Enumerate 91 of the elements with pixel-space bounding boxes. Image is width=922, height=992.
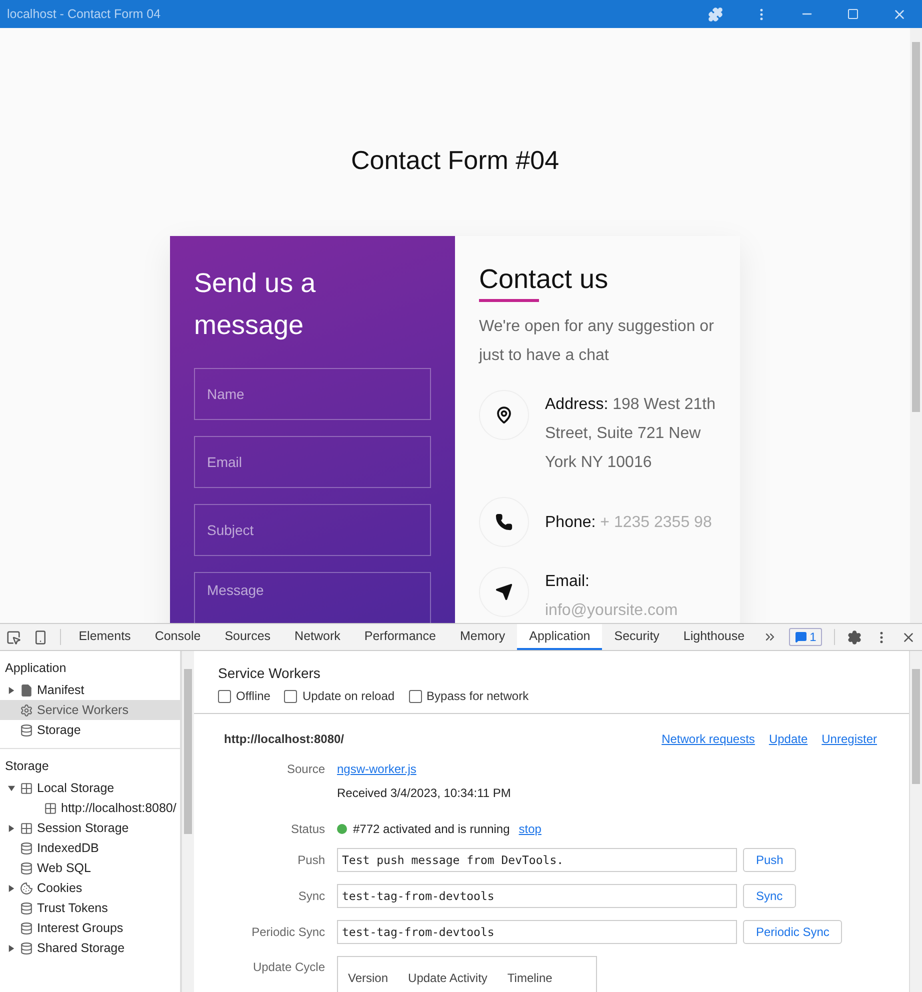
title-underline (479, 299, 539, 302)
devtools-tab[interactable]: Lighthouse (671, 624, 757, 650)
sidebar-item[interactable]: Session Storage (0, 818, 180, 838)
input-field[interactable]: test-tag-from-devtools (337, 920, 737, 944)
stop-link[interactable]: stop (518, 822, 542, 836)
action-button[interactable]: Periodic Sync (743, 920, 842, 944)
input-field[interactable]: Name (194, 368, 431, 420)
database-icon (20, 922, 33, 934)
expand-right-icon[interactable] (8, 944, 15, 952)
sidebar-item[interactable]: Service Workers (0, 700, 180, 720)
send-icon (495, 583, 513, 601)
sidebar-section-title: Application (4, 660, 68, 677)
phone-icon (495, 513, 513, 531)
sidebar-item[interactable]: Manifest (0, 680, 180, 700)
inspect-icon[interactable] (6, 630, 21, 644)
sidebar-item[interactable]: Shared Storage (0, 938, 180, 958)
source-link[interactable]: ngsw-worker.js (337, 762, 416, 776)
action-button[interactable]: Push (743, 848, 796, 872)
worker-link[interactable]: Unregister (822, 732, 877, 746)
contact-title: Contact us (479, 264, 610, 295)
database-icon (20, 862, 33, 874)
panel-title: Service Workers (217, 664, 322, 683)
input-field[interactable]: Email (194, 436, 431, 488)
scrollbar[interactable] (181, 651, 194, 992)
devtools-tab[interactable]: Console (142, 624, 213, 650)
checkbox-label: Offline (236, 689, 270, 703)
field-label: Update Cycle (252, 959, 325, 974)
grid-icon (20, 782, 33, 794)
form-title: Send us a message (194, 267, 317, 342)
checkbox-label: Update on reload (302, 689, 395, 703)
grid-icon (44, 802, 57, 814)
checkbox[interactable] (408, 690, 422, 702)
database-icon (20, 942, 33, 954)
input-field[interactable]: Test push message from DevTools. (337, 848, 737, 872)
field-label: Periodic Sync (250, 925, 325, 939)
received-time: Received 3/4/2023, 10:34:11 PM (337, 786, 511, 800)
database-icon (20, 902, 33, 914)
input-field[interactable]: test-tag-from-devtools (337, 884, 737, 908)
expand-right-icon[interactable] (8, 686, 15, 694)
field-label: Status (290, 822, 325, 836)
field-label: Push (296, 853, 325, 867)
cookie-icon (20, 882, 33, 894)
checkbox-label: Bypass for network (426, 689, 529, 703)
map-pin-icon (495, 406, 513, 424)
expand-down-icon[interactable] (8, 784, 15, 792)
worker-link[interactable]: Update (768, 732, 808, 746)
devtools-tab[interactable]: Network (282, 624, 352, 650)
database-icon (20, 724, 33, 736)
status-text: #772 activated and is running (353, 822, 510, 836)
contact-intro: We're open for any suggestion or just to have a chat (479, 317, 715, 366)
gear-icon (20, 704, 33, 716)
sidebar-item[interactable]: IndexedDB (0, 838, 180, 858)
sidebar-item[interactable]: Interest Groups (0, 918, 180, 938)
checkbox[interactable] (284, 690, 298, 702)
contact-detail: Phone: + 1235 2355 98 (545, 512, 713, 532)
devtools-tab[interactable]: Elements (66, 624, 143, 650)
sidebar-item[interactable]: Cookies (0, 878, 180, 898)
devtools-tab[interactable]: Memory (448, 624, 518, 650)
window-title: localhost - Contact Form 04 (7, 7, 162, 21)
file-icon (20, 684, 33, 696)
field-label: Source (286, 762, 325, 776)
sidebar-section-title: Storage (4, 758, 50, 775)
expand-right-icon[interactable] (8, 884, 15, 892)
input-field[interactable]: Subject (194, 504, 431, 556)
contact-detail: Email: info@yoursite.com (545, 572, 679, 621)
scrollbar[interactable] (909, 651, 922, 992)
devtools-tab[interactable]: Application (517, 624, 602, 650)
device-icon[interactable] (33, 630, 48, 644)
sidebar-item[interactable]: Trust Tokens (0, 898, 180, 918)
maximize-icon[interactable] (847, 8, 859, 20)
sidebar-item[interactable]: Web SQL (0, 858, 180, 878)
scrollbar[interactable] (910, 28, 922, 623)
checkbox[interactable] (218, 690, 231, 702)
worker-origin: http://localhost:8080/ (224, 732, 346, 746)
database-icon (20, 842, 33, 854)
expand-right-icon[interactable] (8, 824, 15, 832)
devtools-tab[interactable]: Sources (212, 624, 283, 650)
field-label: Sync (297, 889, 325, 903)
message-icon (794, 631, 807, 643)
devtools-tab[interactable]: Performance (352, 624, 448, 650)
sidebar-item[interactable]: Storage (0, 720, 180, 740)
sidebar-item[interactable]: http://localhost:8080/ (0, 798, 180, 818)
sidebar-item[interactable]: Local Storage (0, 778, 180, 798)
update-cycle-table: Version Update Activity Timeline (337, 956, 597, 992)
action-button[interactable]: Sync (743, 884, 796, 908)
grid-icon (20, 822, 33, 834)
page-heading: Contact Form #04 (350, 145, 560, 176)
contact-detail: Address: 198 West 21th Street, Suite 721 New York NY 10016 (545, 395, 716, 473)
worker-link[interactable]: Network requests (662, 732, 755, 746)
devtools-tab[interactable]: Security (602, 624, 672, 650)
issues-button[interactable]: 1 (788, 628, 822, 646)
